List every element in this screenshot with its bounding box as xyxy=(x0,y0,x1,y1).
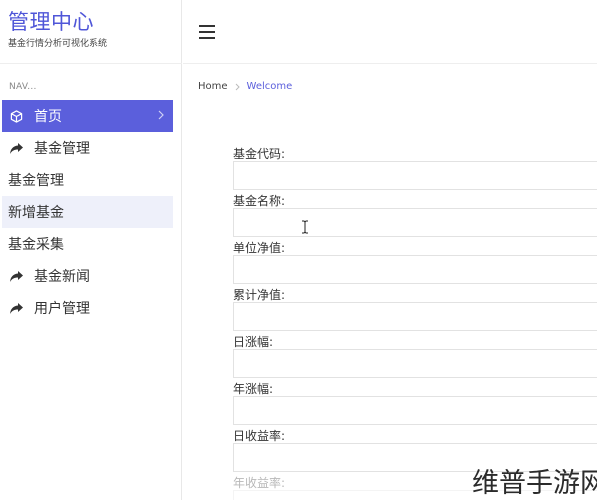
share-arrow-icon xyxy=(8,268,24,284)
brand-subtitle: 基金行情分析可视化系统 xyxy=(8,39,108,49)
ibeam-cursor-icon xyxy=(301,219,309,234)
fund-code-label: 基金代码: xyxy=(233,147,286,161)
share-arrow-icon xyxy=(8,300,24,316)
sidebar-item-fund-collection[interactable]: 基金采集 xyxy=(2,228,173,260)
daily-change-input[interactable] xyxy=(233,349,597,378)
hamburger-icon[interactable] xyxy=(199,25,215,39)
sidebar-item-fund-news[interactable]: 基金新闻 xyxy=(2,260,173,292)
yearly-change-label: 年涨幅: xyxy=(233,382,274,396)
daily-change-label: 日涨幅: xyxy=(233,335,274,349)
yearly-change-input[interactable] xyxy=(233,396,597,425)
breadcrumb-home-link[interactable]: Home xyxy=(198,81,228,92)
unit-nav-input[interactable] xyxy=(233,255,597,284)
fund-code-input[interactable] xyxy=(233,161,597,190)
chevron-right-icon xyxy=(157,109,165,125)
share-arrow-icon xyxy=(8,140,24,156)
sidebar-item-label: 基金采集 xyxy=(8,237,64,253)
daily-return-label: 日收益率: xyxy=(233,429,286,443)
sidebar-item-label: 用户管理 xyxy=(34,301,90,317)
sidebar-item-fund-management-parent[interactable]: 基金管理 xyxy=(2,132,173,164)
sidebar-item-fund-management[interactable]: 基金管理 xyxy=(2,164,173,196)
topbar xyxy=(183,0,597,64)
brand-title: 管理中心 xyxy=(8,10,94,34)
sidebar-item-home[interactable]: 首页 xyxy=(2,100,173,132)
sidebar-item-label: 首页 xyxy=(34,109,62,125)
cube-icon xyxy=(8,108,24,124)
breadcrumb-current: Welcome xyxy=(246,81,293,92)
nav-heading: NAV... xyxy=(9,82,37,92)
sidebar-item-add-fund[interactable]: 新增基金 xyxy=(2,196,173,228)
sidebar-item-user-management[interactable]: 用户管理 xyxy=(2,292,173,324)
sidebar-item-label: 基金管理 xyxy=(34,141,90,157)
chevron-right-icon xyxy=(235,83,240,91)
fund-name-input[interactable] xyxy=(233,208,597,237)
sidebar-item-label: 基金新闻 xyxy=(34,269,90,285)
cumulative-nav-input[interactable] xyxy=(233,302,597,331)
fund-name-label: 基金名称: xyxy=(233,194,286,208)
breadcrumb: Home Welcome xyxy=(198,81,292,92)
sidebar-item-label: 基金管理 xyxy=(8,173,64,189)
brand: 管理中心 基金行情分析可视化系统 xyxy=(0,0,182,64)
watermark: 维普手游网 xyxy=(472,468,597,499)
unit-nav-label: 单位净值: xyxy=(233,241,286,255)
yearly-return-label: 年收益率: xyxy=(233,476,286,490)
sidebar: 管理中心 基金行情分析可视化系统 NAV... 首页 基金管理 基金管理 新增基… xyxy=(0,0,182,500)
cumulative-nav-label: 累计净值: xyxy=(233,288,286,302)
sidebar-item-label: 新增基金 xyxy=(8,205,64,221)
